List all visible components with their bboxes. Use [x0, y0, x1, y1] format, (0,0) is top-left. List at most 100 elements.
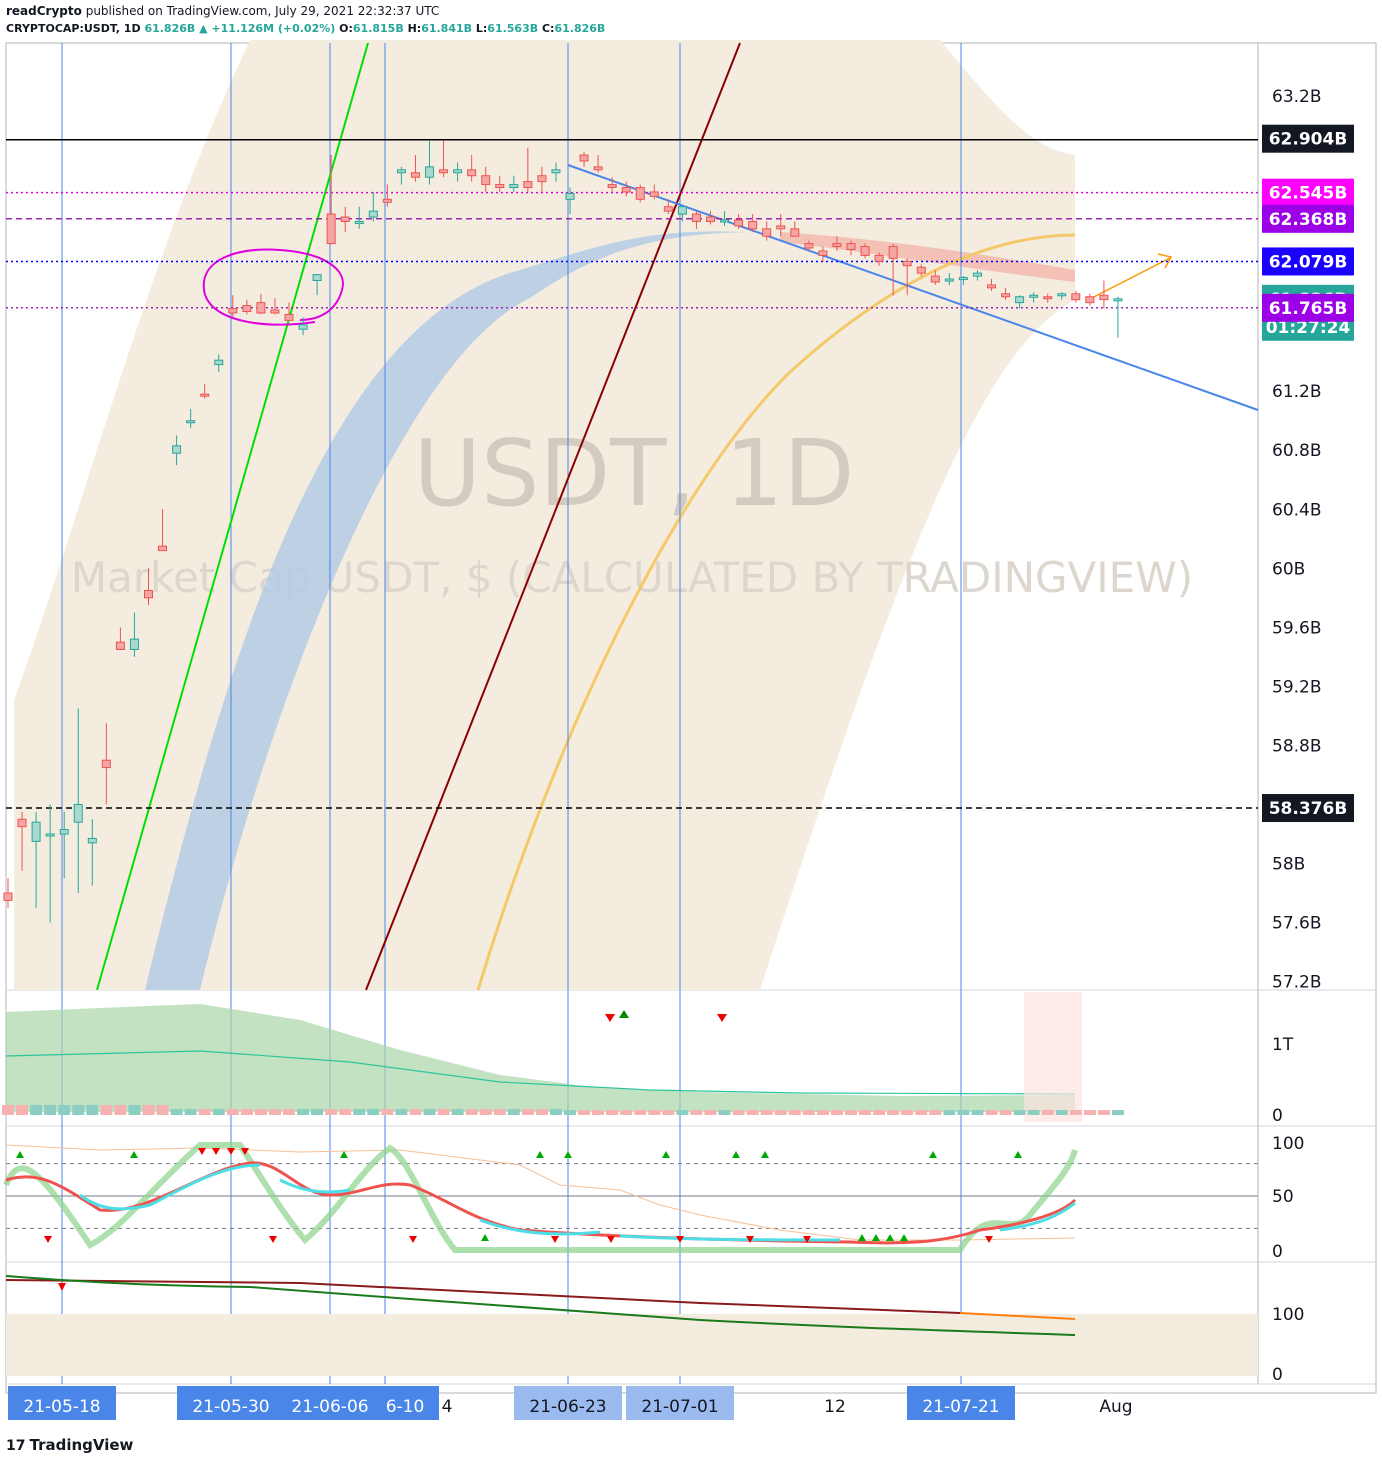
time-tick-label: 21-07-21 — [922, 1397, 999, 1417]
candle-body — [410, 172, 420, 178]
volume-bar — [311, 1109, 324, 1115]
osc-tick-label: 0 — [1272, 1242, 1283, 1262]
candle-body — [958, 277, 968, 281]
volume-bar — [184, 1109, 197, 1115]
volume-bar — [58, 1105, 71, 1115]
volume-bar — [873, 1110, 886, 1115]
price-tick-label: 59.2B — [1272, 677, 1322, 697]
volume-bar — [465, 1109, 478, 1115]
time-tick: 4 — [442, 1397, 453, 1417]
volume-bar — [437, 1109, 450, 1115]
candle-body — [944, 278, 954, 282]
candle-body — [509, 184, 519, 189]
volume-bar — [760, 1110, 773, 1115]
price-badge-purple: 61.765B — [1262, 293, 1354, 322]
price-tick-label: 60.8B — [1272, 441, 1322, 461]
candle-body — [916, 266, 926, 274]
candle-body — [860, 246, 870, 256]
volume-bar — [718, 1110, 731, 1115]
footer-brand: TradingView — [29, 1436, 134, 1454]
candle-body — [158, 545, 168, 552]
price-badge-text: 58.376B — [1269, 799, 1348, 819]
lower-band — [6, 1314, 1258, 1376]
volume-bar — [226, 1109, 239, 1115]
candle-body — [382, 198, 392, 203]
volume-bar — [606, 1110, 619, 1115]
candle-body — [987, 284, 996, 289]
candle-body — [1099, 294, 1109, 301]
price-tick-label: 60.4B — [1272, 500, 1322, 520]
time-tick: 21-06-23 — [514, 1386, 622, 1420]
volume-bar — [367, 1109, 380, 1115]
candle-body — [1001, 293, 1011, 298]
candle-body — [200, 393, 210, 397]
volume-bar — [620, 1110, 633, 1115]
candle-body — [144, 589, 153, 599]
volume-bar — [325, 1109, 338, 1115]
volume-bar — [957, 1110, 970, 1115]
candle-body — [607, 184, 617, 189]
tradingview-footer[interactable]: 𝟭𝟳 TradingView — [6, 1436, 133, 1454]
candle-body — [1113, 298, 1123, 302]
candle-body — [734, 219, 744, 227]
price-chart[interactable]: USDT, 1D Market Cap USDT, $ (CALCULATED … — [0, 0, 1382, 1466]
volume-bar — [16, 1105, 29, 1115]
candle-body — [45, 833, 55, 837]
candle-body — [748, 220, 758, 230]
volume-bar — [212, 1109, 225, 1115]
candle-body — [186, 420, 196, 424]
price-tick-label: 60B — [1272, 559, 1305, 579]
candle-body — [59, 829, 69, 835]
candle-body — [874, 254, 884, 262]
volume-bar — [999, 1110, 1012, 1115]
candle-body — [1085, 296, 1095, 304]
candle-body — [1015, 296, 1025, 304]
candle-body — [284, 313, 294, 321]
volume-bar — [845, 1110, 857, 1115]
candle-body — [818, 250, 828, 256]
candle-body — [87, 837, 97, 844]
volume-bar — [1055, 1110, 1068, 1115]
price-badge-text: 61.765B — [1269, 299, 1348, 319]
candle-body — [172, 445, 182, 454]
time-tick: 21-07-01 — [626, 1386, 734, 1420]
volume-bar — [254, 1109, 267, 1115]
volume-bar — [423, 1109, 436, 1115]
time-tick-label: 21-06-23 — [529, 1397, 606, 1417]
time-tick-label: 21-07-01 — [641, 1397, 718, 1417]
volume-bar — [353, 1109, 366, 1115]
time-tick: 6-10 — [371, 1386, 439, 1420]
lower-tick-label: 0 — [1272, 1365, 1283, 1385]
candle-body — [1071, 293, 1081, 301]
candle-body — [256, 302, 266, 314]
candle-body — [930, 275, 940, 283]
candle-body — [368, 210, 378, 218]
candle-body — [115, 641, 125, 650]
price-tick-label: 57.6B — [1272, 914, 1322, 934]
candle-body — [649, 191, 659, 197]
volume-bar — [156, 1105, 169, 1115]
volume-bar — [985, 1110, 998, 1115]
candle-body — [101, 759, 111, 769]
volume-bar — [1083, 1110, 1096, 1115]
candle-body — [663, 206, 673, 212]
candle-body — [396, 169, 406, 174]
candle-body — [706, 216, 715, 222]
volume-bar — [240, 1109, 253, 1115]
candle-body — [635, 187, 645, 200]
candle-body — [467, 169, 477, 177]
volume-bar — [339, 1109, 352, 1115]
candle-body — [214, 359, 224, 366]
candle-body — [270, 309, 280, 314]
candle-body — [129, 638, 139, 651]
watermark-title: USDT, 1D — [414, 420, 855, 527]
volume-bar — [128, 1105, 141, 1115]
volume-bar — [802, 1110, 815, 1115]
volume-bar — [479, 1109, 492, 1115]
candle-body — [888, 246, 898, 259]
volume-bar — [1027, 1110, 1040, 1115]
candle-body — [832, 243, 842, 248]
candle-body — [523, 181, 533, 189]
volume-bar — [142, 1105, 155, 1115]
candle-body — [720, 219, 730, 223]
